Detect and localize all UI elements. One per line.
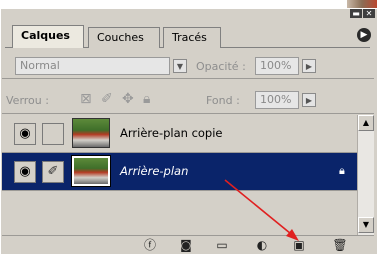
tab-calques[interactable]: Calques <box>12 25 84 48</box>
